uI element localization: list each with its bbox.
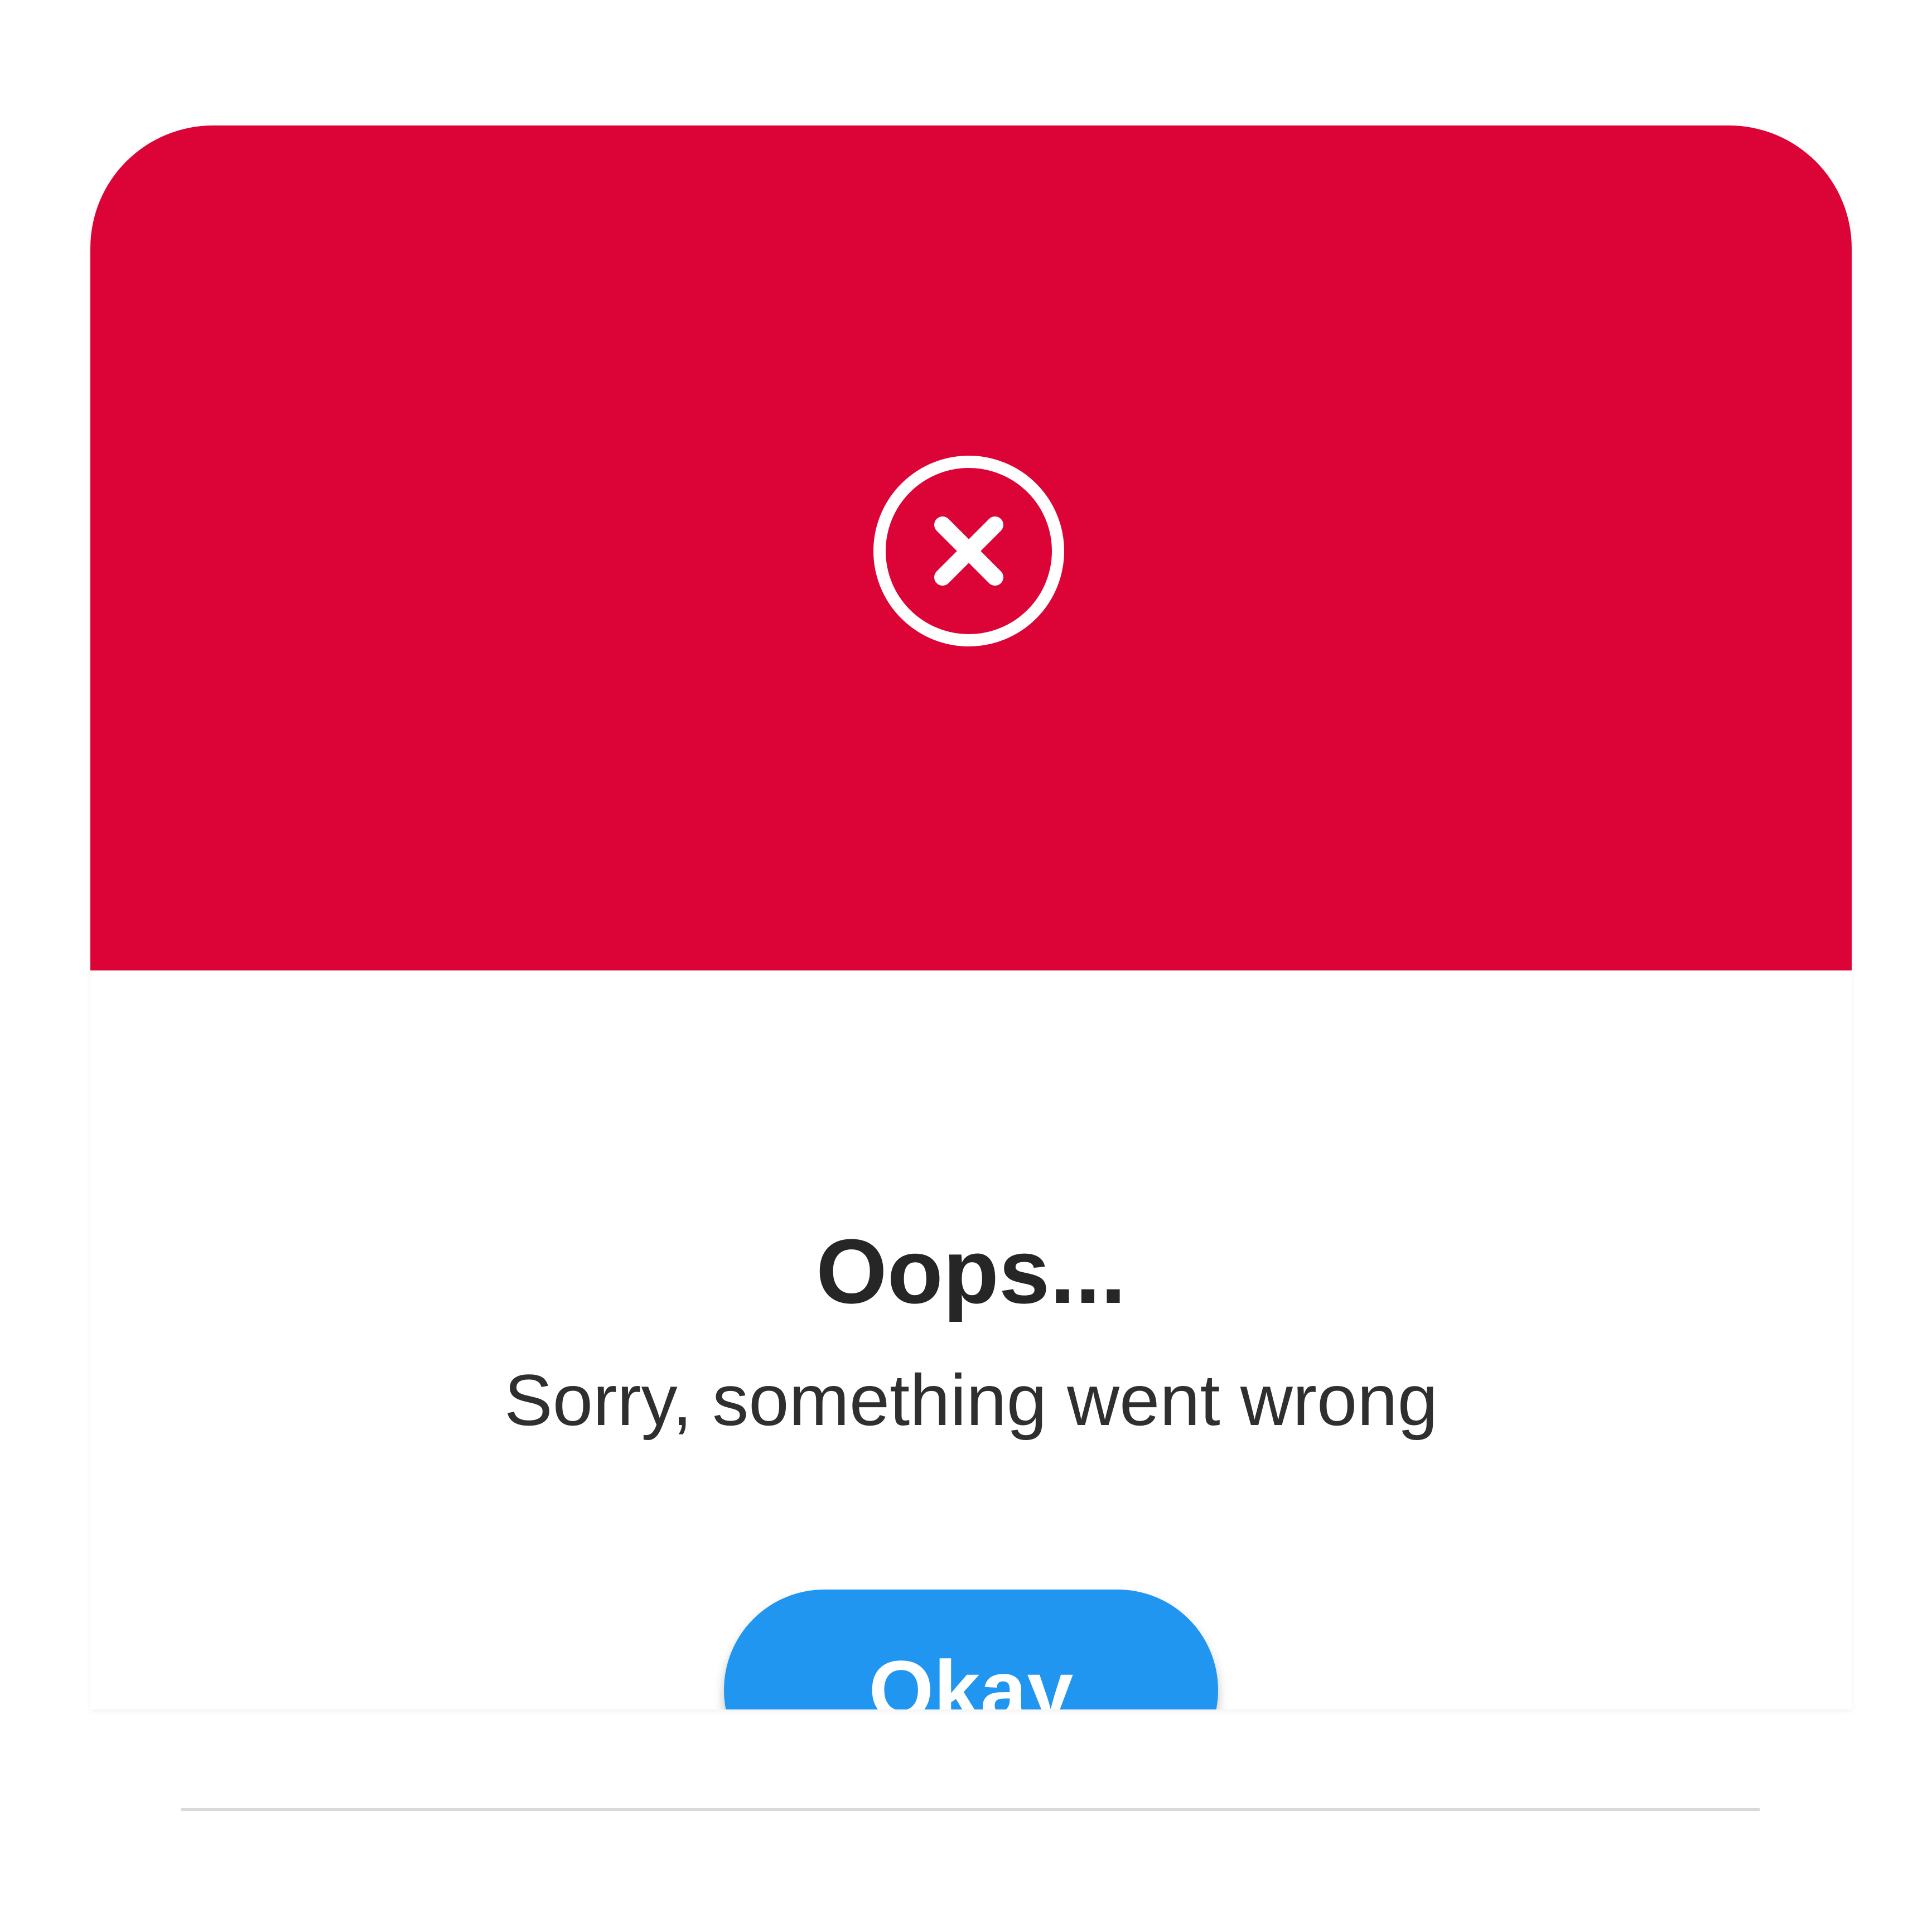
circle-x-icon: [872, 455, 1065, 648]
okay-button[interactable]: Okay: [724, 1590, 1218, 1709]
error-dialog: Oops... Sorry, something went wrong Okay: [90, 125, 1852, 1709]
dialog-title: Oops...: [816, 1220, 1126, 1322]
dialog-body: Oops... Sorry, something went wrong Okay: [90, 970, 1852, 1709]
dialog-message: Sorry, something went wrong: [504, 1359, 1438, 1441]
bottom-divider: [181, 1808, 1760, 1811]
